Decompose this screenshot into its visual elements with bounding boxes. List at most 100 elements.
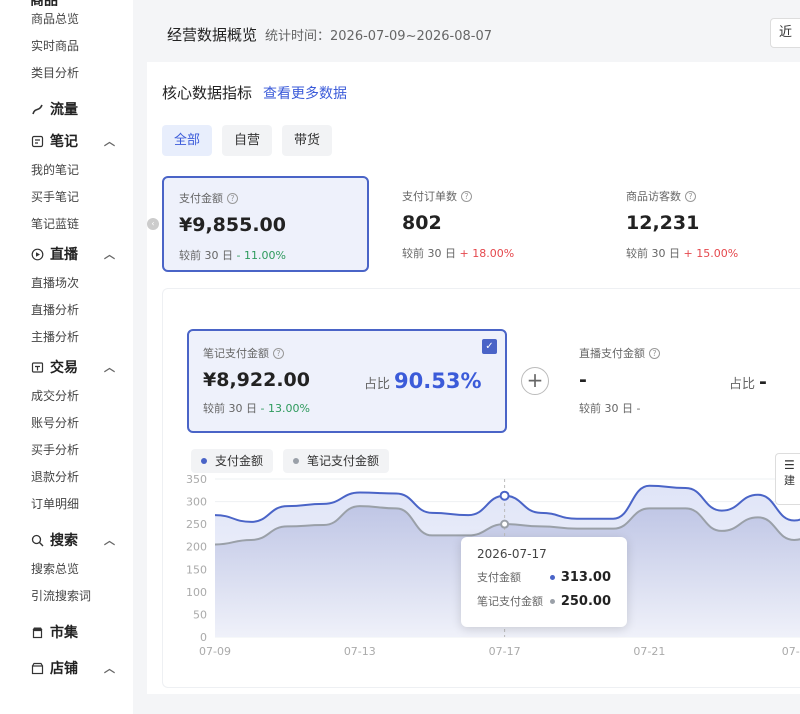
search-icon <box>30 533 44 547</box>
sidebar-item-order-detail[interactable]: 订单明细 <box>0 491 133 518</box>
help-icon[interactable]: ? <box>685 190 696 202</box>
metric-compare-label: 较前 30 日 <box>626 247 680 260</box>
metric-card-goods-visitors[interactable]: 商品访客数? 12,231 较前 30 日 + 15.00% <box>611 176 800 272</box>
core-metrics-title: 核心数据指标 <box>162 84 253 102</box>
tooltip-dot-icon <box>549 574 555 580</box>
core-metrics-card: 核心数据指标 查看更多数据 全部 自营 带货 ‹ 支付金额? ¥9,855.00… <box>147 62 800 694</box>
sidebar-group-live[interactable]: 直播 ︿ <box>0 238 133 270</box>
sidebar-group-market-label: 市集 <box>50 625 78 641</box>
sidebar-item-note-links[interactable]: 笔记蓝链 <box>0 211 133 238</box>
chart-tooltip: 2026-07-17 支付金额 313.00 笔记支付金额 250.00 <box>461 537 627 627</box>
channel-tabs: 全部 自营 带货 <box>162 125 333 156</box>
help-icon[interactable]: ? <box>273 347 284 359</box>
tab-self-operated[interactable]: 自营 <box>222 125 273 156</box>
side-tool-button[interactable]: ☰ 建 <box>775 453 800 505</box>
legend-label: 笔记支付金额 <box>307 454 380 468</box>
chevron-up-icon[interactable]: ︿ <box>104 532 115 548</box>
tab-all[interactable]: 全部 <box>162 125 213 156</box>
live-pay-label: 直播支付金额 <box>579 347 645 360</box>
checkbox-checked-icon[interactable]: ✓ <box>482 339 497 354</box>
chevron-up-icon[interactable]: ︿ <box>104 660 115 676</box>
note-share-value: 90.53% <box>394 369 482 393</box>
tooltip-series-label: 支付金额 <box>477 571 521 584</box>
page-header: 经营数据概览 统计时间：2026-07-09~2026-08-07 近 <box>147 10 800 58</box>
trade-icon <box>30 360 44 374</box>
metric-card-pay-orders[interactable]: 支付订单数? 802 较前 30 日 + 18.00% <box>387 176 594 272</box>
metric-label: 商品访客数 <box>626 190 681 203</box>
sidebar-group-trade[interactable]: 交易 ︿ <box>0 351 133 383</box>
sidebar-item-goods-overview[interactable]: 商品总览 <box>0 6 133 33</box>
live-play-icon <box>30 247 44 261</box>
doc-icon: ☰ <box>784 458 795 472</box>
help-icon[interactable]: ? <box>649 347 660 359</box>
date-range-button[interactable]: 近 <box>770 18 800 48</box>
sidebar-item-my-notes[interactable]: 我的笔记 <box>0 157 133 184</box>
sidebar-item-category-analysis[interactable]: 类目分析 <box>0 60 133 87</box>
sidebar-item-host-analysis[interactable]: 主播分析 <box>0 324 133 351</box>
chevron-up-icon[interactable]: ︿ <box>104 133 115 149</box>
sidebar-item-buyer-analysis[interactable]: 买手分析 <box>0 437 133 464</box>
sidebar-group-traffic[interactable]: 流量 <box>0 93 133 125</box>
metric-compare-label: 较前 30 日 <box>402 247 456 260</box>
sidebar-item-refund-analysis[interactable]: 退款分析 <box>0 464 133 491</box>
sidebar-group-trade-label: 交易 <box>50 360 78 376</box>
sidebar-item-live-analysis[interactable]: 直播分析 <box>0 297 133 324</box>
legend-pay-amount[interactable]: 支付金额 <box>191 449 274 473</box>
sidebar-item-search-terms[interactable]: 引流搜索词 <box>0 583 133 610</box>
x-tick-label: 07-09 <box>199 645 231 658</box>
sidebar-item-buyer-notes[interactable]: 买手笔记 <box>0 184 133 211</box>
note-pay-label: 笔记支付金额 <box>203 347 269 360</box>
sidebar-group-market[interactable]: 市集 <box>0 616 133 648</box>
tooltip-series-label: 笔记支付金额 <box>477 595 543 608</box>
x-tick-label: 07-17 <box>489 645 521 658</box>
x-tick-label: 07-21 <box>633 645 665 658</box>
stat-time: 统计时间：2026-07-09~2026-08-07 <box>265 28 493 44</box>
sidebar-group-search-label: 搜索 <box>50 533 78 549</box>
y-tick-label: 100 <box>186 586 207 599</box>
metric-card-pay-amount[interactable]: 支付金额? ¥9,855.00 较前 30 日 - 11.00% <box>162 176 369 272</box>
metric-value: 802 <box>402 212 442 234</box>
live-share-label: 占比 <box>729 377 756 392</box>
metric-value: ¥9,855.00 <box>179 214 286 236</box>
view-more-data-link[interactable]: 查看更多数据 <box>263 83 347 103</box>
live-compare-label: 较前 30 日 <box>579 402 633 415</box>
sidebar-group-traffic-label: 流量 <box>50 102 78 118</box>
live-pay-card[interactable]: 直播支付金额? - 占比 - 较前 30 日 - <box>565 329 800 433</box>
plus-icon: + <box>521 367 549 395</box>
hover-point-pay-amount <box>499 490 510 501</box>
tooltip-row: 支付金额 313.00 <box>477 569 611 585</box>
help-icon[interactable]: ? <box>227 192 238 204</box>
sidebar-group-live-label: 直播 <box>50 247 78 263</box>
page-title: 经营数据概览 <box>167 25 258 44</box>
chart-legend: 支付金额 笔记支付金额 <box>191 449 390 473</box>
tooltip-row: 笔记支付金额 250.00 <box>477 593 611 609</box>
legend-label: 支付金额 <box>215 454 264 468</box>
sidebar-group-search[interactable]: 搜索 ︿ <box>0 524 133 556</box>
metric-label: 支付金额 <box>179 192 223 205</box>
sidebar-item-search-overview[interactable]: 搜索总览 <box>0 556 133 583</box>
chevron-up-icon[interactable]: ︿ <box>104 246 115 262</box>
legend-note-pay-amount[interactable]: 笔记支付金额 <box>283 449 390 473</box>
live-share-value: - <box>759 371 767 393</box>
sidebar-item-realtime-goods[interactable]: 实时商品 <box>0 33 133 60</box>
y-tick-label: 250 <box>186 518 207 531</box>
sidebar-item-account-analysis[interactable]: 账号分析 <box>0 410 133 437</box>
note-pay-card[interactable]: ✓ 笔记支付金额? ¥8,922.00 占比 90.53% 较前 30 日 - 1… <box>187 329 507 433</box>
metric-compare-label: 较前 30 日 <box>179 249 233 262</box>
sidebar-group-shop-label: 店铺 <box>50 661 78 677</box>
sidebar-item-deal-analysis[interactable]: 成交分析 <box>0 383 133 410</box>
channel-breakdown-panel: 0 50 100 150 200 250 300 350 07-09 07-13 07-17 07-2… <box>162 288 800 688</box>
scroll-left-icon[interactable]: ‹ <box>147 218 159 230</box>
sidebar-group-notes[interactable]: 笔记 ︿ <box>0 125 133 157</box>
traffic-icon <box>30 102 44 116</box>
y-tick-label: 0 <box>200 631 207 644</box>
help-icon[interactable]: ? <box>461 190 472 202</box>
y-tick-label: 350 <box>186 473 207 486</box>
y-tick-label: 150 <box>186 563 207 576</box>
tab-affiliate[interactable]: 带货 <box>282 125 333 156</box>
sidebar-group-shop[interactable]: 店铺 ︿ <box>0 652 133 684</box>
sidebar-item-live-sessions[interactable]: 直播场次 <box>0 270 133 297</box>
tooltip-dot-icon <box>549 598 555 604</box>
note-compare-label: 较前 30 日 <box>203 402 257 415</box>
chevron-up-icon[interactable]: ︿ <box>104 359 115 375</box>
